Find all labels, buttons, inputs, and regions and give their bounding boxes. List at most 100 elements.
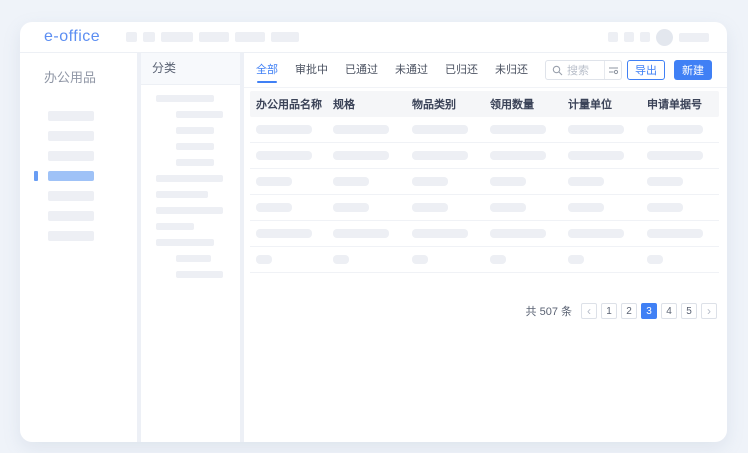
topbar-placeholder-2 [161, 32, 193, 42]
cell-placeholder [256, 125, 312, 134]
table-header: 办公用品名称规格物品类别领用数量计量单位申请单据号 [250, 91, 719, 117]
cell-placeholder [333, 255, 349, 264]
category-panel-title: 分类 [141, 53, 240, 85]
cell-placeholder [647, 229, 703, 238]
username-placeholder [679, 33, 709, 42]
cell-placeholder [412, 177, 448, 186]
page-button-4[interactable]: 4 [661, 303, 677, 319]
sidebar: 办公用品 [20, 53, 137, 442]
pagination: 共 507 条 ‹ 12345 › [244, 303, 717, 319]
sidebar-nav [20, 111, 137, 241]
cell-placeholder [647, 151, 703, 160]
cell-placeholder [256, 177, 292, 186]
create-button[interactable]: 新建 [674, 60, 712, 80]
search-input[interactable]: 搜索 [545, 60, 622, 80]
app-logo: e-office [44, 28, 100, 46]
category-node-9[interactable] [156, 239, 214, 246]
toolbar: 全部审批中已通过未通过已归还未归还 搜索 [244, 53, 727, 88]
tab-4[interactable]: 已归还 [445, 53, 478, 87]
table-body [250, 117, 719, 273]
cell-placeholder [568, 255, 584, 264]
cell-placeholder [256, 255, 272, 264]
cell-placeholder [333, 177, 369, 186]
cell-placeholder [490, 125, 546, 134]
table-row-0 [250, 117, 719, 143]
table-row-1 [250, 143, 719, 169]
prev-page-button[interactable]: ‹ [581, 303, 597, 319]
category-panel: 分类 [141, 53, 240, 442]
search-placeholder: 搜索 [567, 62, 604, 78]
topbar-placeholder-3 [199, 32, 229, 42]
tab-1[interactable]: 审批中 [295, 53, 328, 87]
page-button-5[interactable]: 5 [681, 303, 697, 319]
tab-5[interactable]: 未归还 [495, 53, 528, 87]
sidebar-item-1[interactable] [48, 131, 94, 141]
topbar-right-placeholder-0 [608, 32, 618, 42]
topbar-right [608, 29, 709, 46]
category-node-7[interactable] [156, 207, 223, 214]
category-node-6[interactable] [156, 191, 208, 198]
cell-placeholder [647, 177, 683, 186]
category-node-8[interactable] [156, 223, 194, 230]
cell-placeholder [412, 255, 428, 264]
topbar-right-placeholders [608, 32, 650, 42]
cell-placeholder [333, 229, 389, 238]
content-area: 办公用品 分类 全部审批中已通过未通过已归还未归还 搜索 [20, 53, 727, 442]
topbar-placeholder-0 [126, 32, 137, 42]
column-header-2: 物品类别 [406, 96, 484, 112]
cell-placeholder [568, 203, 604, 212]
cell-placeholder [568, 151, 624, 160]
category-node-3[interactable] [176, 143, 214, 150]
topbar-placeholder-5 [271, 32, 299, 42]
page-button-2[interactable]: 2 [621, 303, 637, 319]
tab-2[interactable]: 已通过 [345, 53, 378, 87]
tab-3[interactable]: 未通过 [395, 53, 428, 87]
cell-placeholder [256, 151, 312, 160]
table-row-4 [250, 221, 719, 247]
cell-placeholder [490, 151, 546, 160]
cell-placeholder [490, 177, 526, 186]
sidebar-item-3[interactable] [48, 171, 94, 181]
cell-placeholder [647, 255, 663, 264]
cell-placeholder [647, 125, 703, 134]
cell-placeholder [412, 151, 468, 160]
category-node-2[interactable] [176, 127, 214, 134]
tab-0[interactable]: 全部 [256, 53, 278, 87]
cell-placeholder [490, 229, 546, 238]
sidebar-item-2[interactable] [48, 151, 94, 161]
topbar-placeholder-1 [143, 32, 155, 42]
table: 办公用品名称规格物品类别领用数量计量单位申请单据号 [250, 91, 719, 273]
sidebar-title: 办公用品 [44, 67, 137, 86]
export-button[interactable]: 导出 [627, 60, 665, 80]
sidebar-item-0[interactable] [48, 111, 94, 121]
pagination-pages: 12345 [597, 303, 697, 319]
cell-placeholder [490, 203, 526, 212]
category-node-4[interactable] [176, 159, 214, 166]
tabs: 全部审批中已通过未通过已归还未归还 [256, 53, 545, 87]
category-node-1[interactable] [176, 111, 223, 118]
top-bar: e-office [20, 22, 727, 53]
sidebar-item-5[interactable] [48, 211, 94, 221]
column-header-0: 办公用品名称 [250, 96, 327, 112]
category-node-5[interactable] [156, 175, 223, 182]
main-panel: 全部审批中已通过未通过已归还未归还 搜索 [244, 53, 727, 442]
cell-placeholder [568, 125, 624, 134]
cell-placeholder [333, 203, 369, 212]
cell-placeholder [412, 203, 448, 212]
category-node-0[interactable] [156, 95, 214, 102]
filter-icon[interactable] [604, 61, 621, 79]
sidebar-item-6[interactable] [48, 231, 94, 241]
sidebar-item-4[interactable] [48, 191, 94, 201]
page-button-1[interactable]: 1 [601, 303, 617, 319]
cell-placeholder [568, 177, 604, 186]
category-node-10[interactable] [176, 255, 211, 262]
topbar-placeholder-4 [235, 32, 265, 42]
avatar[interactable] [656, 29, 673, 46]
category-node-11[interactable] [176, 271, 223, 278]
topbar-right-placeholder-1 [624, 32, 634, 42]
page-button-3[interactable]: 3 [641, 303, 657, 319]
cell-placeholder [333, 125, 389, 134]
cell-placeholder [256, 203, 292, 212]
next-page-button[interactable]: › [701, 303, 717, 319]
topbar-left-placeholders [126, 32, 299, 42]
